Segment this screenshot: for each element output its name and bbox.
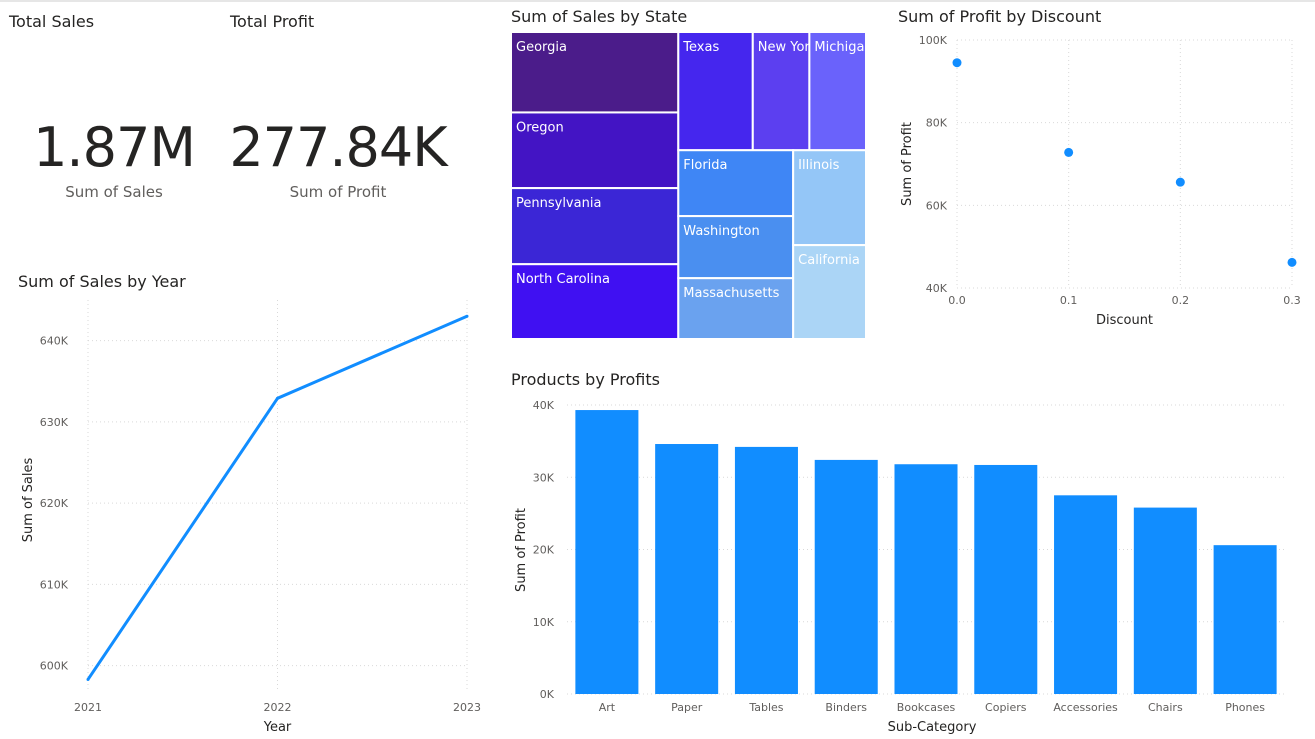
x-tick-label: Binders — [825, 701, 867, 714]
bar — [734, 446, 798, 694]
x-axis-title: Sub-Category — [888, 720, 977, 735]
bar — [1213, 545, 1277, 694]
x-tick-label: Copiers — [985, 701, 1027, 714]
bar — [974, 464, 1038, 694]
x-tick-label: Tables — [748, 701, 783, 714]
x-tick-label: Art — [599, 701, 616, 714]
bar — [655, 444, 719, 694]
y-axis-title: Sum of Profit — [514, 508, 529, 592]
y-tick-label: 20K — [533, 544, 555, 557]
bar — [1054, 495, 1118, 694]
x-tick-label: Paper — [671, 701, 703, 714]
y-tick-label: 0K — [540, 688, 555, 701]
y-tick-label: 40K — [533, 399, 555, 412]
bar — [575, 410, 639, 694]
x-tick-label: Bookcases — [897, 701, 956, 714]
y-tick-label: 30K — [533, 471, 555, 484]
bar — [894, 464, 958, 694]
x-tick-label: Phones — [1225, 701, 1265, 714]
bar — [1133, 507, 1197, 694]
bar — [814, 459, 878, 694]
y-tick-label: 10K — [533, 616, 555, 629]
x-tick-label: Accessories — [1053, 701, 1118, 714]
x-tick-label: Chairs — [1148, 701, 1183, 714]
bar-chart: 0K 10K 20K 30K 40K Art Paper Tables Binders Bookc… — [514, 399, 1285, 735]
